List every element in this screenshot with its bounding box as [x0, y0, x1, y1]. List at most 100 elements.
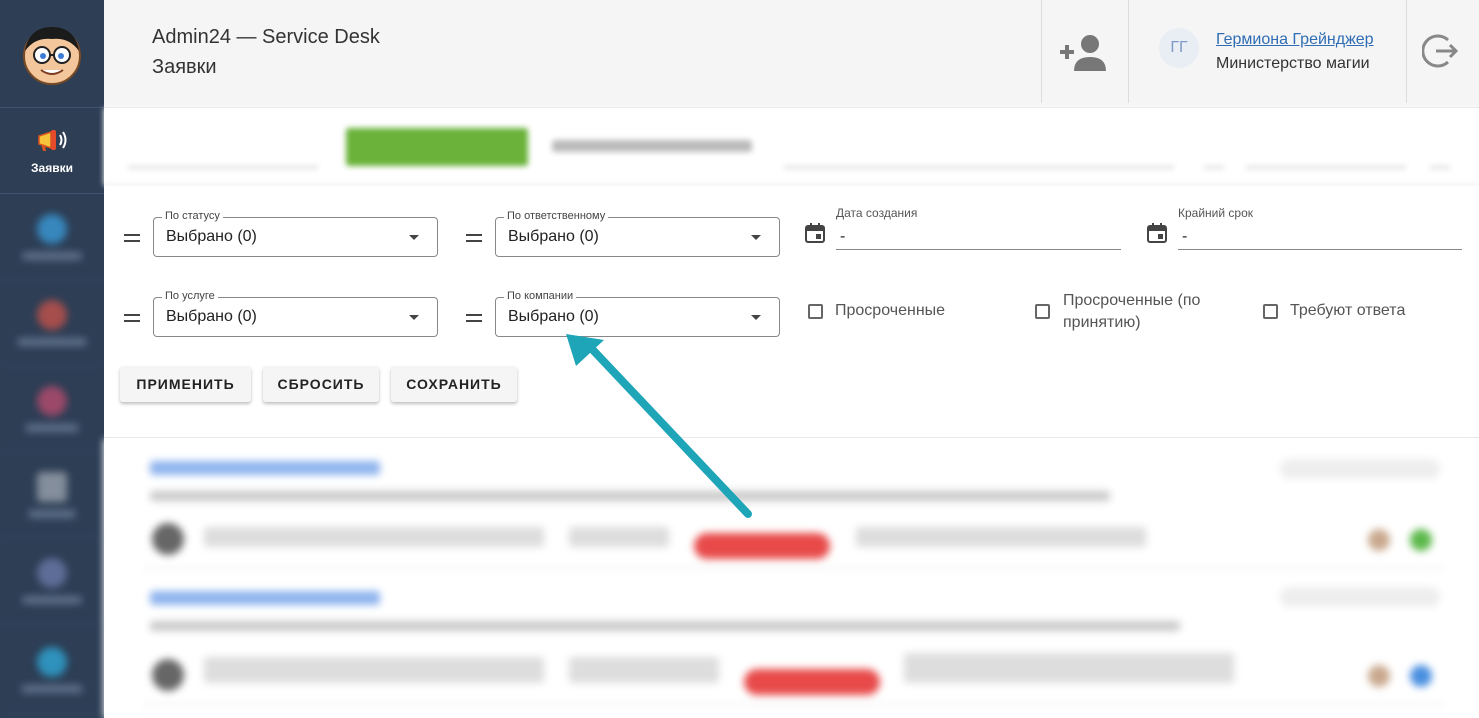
chevron-down-icon [409, 235, 419, 240]
save-button[interactable]: СОХРАНИТЬ [391, 366, 517, 402]
status-filter-select[interactable]: По статусу Выбрано (0) [153, 210, 438, 257]
blurred-nav-label [22, 595, 82, 604]
blurred-toolbar [104, 108, 1479, 186]
blurred-green-button[interactable] [346, 128, 528, 166]
status-filter-label: По статусу [162, 210, 223, 222]
responsible-filter-select[interactable]: По ответственному Выбрано (0) [495, 210, 780, 257]
sidebar-item-blurred-4[interactable] [0, 452, 104, 538]
blurred-view-select[interactable] [784, 128, 1174, 168]
top-header: Admin24 — Service Desk Заявки ГГ Гермион… [104, 0, 1479, 108]
apply-button[interactable]: ПРИМЕНИТЬ [120, 366, 251, 402]
blurred-filter-settings-button[interactable] [552, 140, 752, 152]
sidebar-item-blurred-5[interactable] [0, 538, 104, 624]
service-filter-select[interactable]: По услуге Выбрано (0) [153, 290, 438, 337]
logout-icon[interactable] [1422, 32, 1460, 70]
ticket-status-dot [1368, 529, 1390, 551]
logo-face-icon [23, 26, 81, 85]
ticket-meta [569, 657, 719, 683]
megaphone-icon [38, 129, 67, 151]
blurred-nav-icon [37, 557, 67, 588]
equals-icon[interactable] [466, 312, 482, 324]
blurred-sort-select[interactable] [1246, 128, 1406, 168]
company-filter-select[interactable]: По компании Выбрано (0) [495, 290, 780, 337]
ticket-link[interactable] [150, 591, 380, 605]
list-item[interactable] [144, 439, 1444, 569]
blurred-nav-icon [37, 385, 67, 416]
ticket-badge [1280, 459, 1440, 479]
responsible-filter-value: Выбрано (0) [508, 228, 599, 245]
ticket-description [150, 491, 1110, 501]
ticket-description [150, 621, 1180, 631]
calendar-icon[interactable] [805, 223, 825, 243]
chevron-down-icon [409, 315, 419, 320]
service-filter-value: Выбрано (0) [166, 308, 257, 325]
equals-icon[interactable] [466, 232, 482, 244]
page-title: Заявки [152, 56, 217, 78]
blurred-nav-label [17, 337, 87, 346]
header-divider [1406, 0, 1407, 103]
chevron-down-icon [751, 235, 761, 240]
overdue-label: Просроченные [835, 302, 946, 319]
ticket-meta [569, 527, 669, 547]
ticket-status-dot [1410, 665, 1432, 687]
ticket-status-dot [1368, 665, 1390, 687]
blurred-nav-icon [37, 213, 67, 244]
ticket-deadline-pill [744, 669, 880, 695]
blurred-small-select[interactable] [1204, 128, 1224, 168]
blurred-form-select[interactable] [128, 128, 318, 168]
avatar[interactable]: ГГ [1159, 28, 1199, 68]
sidebar: Заявки [0, 0, 104, 718]
add-user-icon[interactable] [1060, 33, 1108, 73]
calendar-icon[interactable] [1147, 223, 1167, 243]
ticket-meta [204, 657, 544, 683]
sidebar-item-label: Заявки [31, 160, 73, 175]
blurred-nav-label [25, 423, 79, 432]
overdue-checkbox[interactable] [808, 304, 823, 319]
ticket-avatar [152, 659, 184, 691]
blurred-ticket-list [104, 439, 1479, 718]
list-item[interactable] [144, 575, 1444, 705]
header-divider [1041, 0, 1042, 103]
overdue-acceptance-label: Просроченные (по принятию) [1063, 292, 1201, 331]
ticket-meta [204, 527, 544, 547]
overdue-acceptance-checkbox[interactable] [1035, 304, 1050, 319]
created-date-input[interactable]: - [836, 224, 1121, 250]
ticket-status-dot [1410, 529, 1432, 551]
equals-icon[interactable] [124, 232, 140, 244]
sidebar-item-blurred-6[interactable] [0, 624, 104, 716]
reset-button[interactable]: СБРОСИТЬ [263, 366, 379, 402]
blurred-nav-label [28, 509, 76, 518]
sidebar-item-blurred-3[interactable] [0, 366, 104, 452]
blurred-small-select[interactable] [1430, 128, 1450, 168]
user-organization: Министерство магии [1216, 55, 1370, 72]
ticket-deadline-pill [694, 533, 830, 559]
filter-panel: По статусу Выбрано (0) По ответственному… [104, 186, 1479, 438]
need-reply-checkbox[interactable] [1263, 304, 1278, 319]
ticket-link[interactable] [150, 461, 380, 475]
deadline-date-input[interactable]: - [1178, 224, 1462, 250]
ticket-avatar [152, 523, 184, 555]
blurred-nav-icon [37, 646, 67, 677]
created-date-label: Дата создания [836, 206, 918, 220]
sidebar-item-tickets[interactable]: Заявки [0, 108, 104, 194]
header-divider [1128, 0, 1129, 103]
sidebar-item-blurred-2[interactable] [0, 280, 104, 366]
blurred-nav-label [22, 251, 82, 260]
sidebar-item-blurred-1[interactable] [0, 194, 104, 280]
company-filter-value: Выбрано (0) [508, 308, 599, 325]
chevron-down-icon [751, 315, 761, 320]
blurred-nav-icon [37, 299, 67, 330]
deadline-date-label: Крайний срок [1178, 206, 1254, 220]
equals-icon[interactable] [124, 312, 140, 324]
responsible-filter-label: По ответственному [504, 210, 609, 222]
blurred-nav-icon [37, 471, 67, 502]
company-filter-label: По компании [504, 290, 577, 302]
service-filter-label: По услуге [162, 290, 218, 302]
ticket-badge [1280, 587, 1440, 607]
blurred-nav-label [21, 684, 83, 693]
user-name-link[interactable]: Гермиона Грейнджер [1216, 31, 1374, 49]
logo-cell [0, 0, 104, 108]
ticket-meta [904, 653, 1234, 683]
app-title: Admin24 — Service Desk [152, 26, 380, 48]
ticket-meta [856, 527, 1146, 547]
